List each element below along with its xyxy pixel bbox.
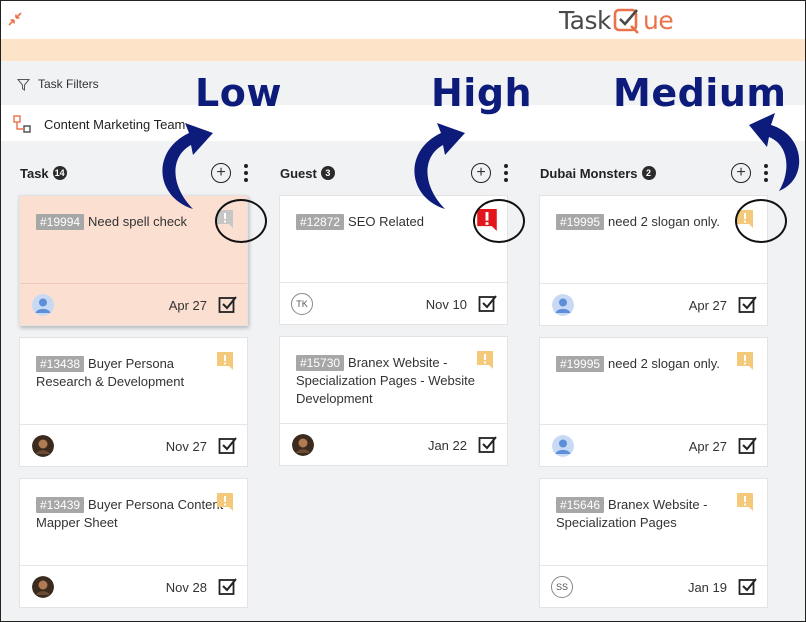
card-footer: TK Nov 10 [280, 282, 507, 324]
due-date: Apr 27 [168, 298, 207, 313]
due-date: Apr 27 [688, 439, 727, 454]
task-card[interactable]: #19994 Need spell check Apr 27 [19, 195, 248, 326]
task-filters-button[interactable]: Task Filters [17, 77, 99, 91]
due-date: Nov 28 [165, 580, 207, 595]
complete-checkbox-icon[interactable] [218, 436, 237, 455]
column-count-badge: 2 [641, 166, 656, 180]
task-card[interactable]: #13439 Buyer Persona Content Mapper Sheet… [19, 478, 248, 608]
task-id-tag: #13438 [36, 356, 85, 372]
card-footer: Jan 22 [280, 423, 507, 465]
card-footer: Apr 27 [20, 283, 247, 325]
task-card[interactable]: #15646 Branex Website - Specialization Pa… [539, 478, 768, 608]
user-avatar-icon[interactable] [32, 294, 54, 316]
annotation-arrow-high-icon [414, 123, 465, 209]
priority-medium-flag-icon[interactable] [737, 352, 753, 370]
task-id-tag: #19995 [556, 214, 605, 230]
task-id-tag: #15730 [296, 355, 345, 371]
brand-logo: Task ue [559, 3, 674, 37]
complete-checkbox-icon[interactable] [218, 295, 237, 314]
complete-checkbox-icon[interactable] [218, 577, 237, 596]
priority-medium-flag-icon[interactable] [217, 493, 233, 511]
annotation-arrow-low-icon [162, 123, 213, 209]
task-id-tag: #19995 [556, 356, 605, 372]
column-header-task: Task 14 [20, 161, 67, 185]
due-date: Jan 19 [687, 580, 727, 595]
add-task-button[interactable]: + [471, 163, 491, 183]
due-date: Apr 27 [688, 298, 727, 313]
column-title: Dubai Monsters [540, 165, 638, 181]
card-footer: Nov 27 [20, 424, 247, 466]
task-title: Need spell check [88, 214, 188, 229]
task-filters-label: Task Filters [38, 77, 99, 91]
card-footer: SS Jan 19 [540, 565, 767, 607]
plus-icon: + [476, 164, 486, 181]
complete-checkbox-icon[interactable] [738, 436, 757, 455]
due-date: Nov 27 [165, 439, 207, 454]
task-id-tag: #19994 [36, 214, 85, 230]
complete-checkbox-icon[interactable] [738, 577, 757, 596]
task-card[interactable]: #19995 need 2 slogan only. Apr 27 [539, 195, 768, 326]
column-title: Task [20, 165, 49, 181]
task-card[interactable]: #15730 Branex Website - Specialization Pa… [279, 336, 508, 466]
annotation-low: Low [195, 71, 282, 115]
column-header-dubai-monsters: Dubai Monsters 2 [540, 161, 656, 185]
task-id-tag: #15646 [556, 497, 605, 513]
column-header-guest: Guest 3 [280, 161, 335, 185]
user-initials-avatar[interactable]: TK [291, 293, 313, 315]
user-photo-avatar-icon[interactable] [32, 576, 54, 598]
priority-medium-flag-icon[interactable] [477, 351, 493, 369]
filter-icon [17, 78, 30, 91]
task-card[interactable]: #13438 Buyer Persona Research & Developme… [19, 337, 248, 467]
brand-text-right: ue [642, 5, 674, 35]
complete-checkbox-icon[interactable] [738, 295, 757, 314]
column-menu-button[interactable] [503, 163, 509, 183]
team-hierarchy-icon [13, 115, 31, 133]
user-avatar-icon[interactable] [552, 435, 574, 457]
user-photo-avatar-icon[interactable] [32, 435, 54, 457]
user-initials-avatar[interactable]: SS [551, 576, 573, 598]
task-title: need 2 slogan only. [608, 214, 720, 229]
top-bar: Task ue [1, 1, 805, 39]
priority-medium-flag-icon[interactable] [737, 493, 753, 511]
card-footer: Apr 27 [540, 283, 767, 325]
due-date: Nov 10 [425, 297, 467, 312]
card-footer: Apr 27 [540, 424, 767, 466]
task-id-tag: #13439 [36, 497, 85, 513]
plus-icon: + [736, 164, 746, 181]
due-date: Jan 22 [427, 438, 467, 453]
complete-checkbox-icon[interactable] [478, 294, 497, 313]
brand-text-left: Task [559, 5, 611, 35]
collapse-icon[interactable] [7, 11, 23, 27]
annotation-high: High [431, 71, 533, 115]
annotation-arrow-medium-icon [749, 113, 800, 191]
q-check-logo-icon [613, 8, 639, 34]
add-task-button[interactable]: + [731, 163, 751, 183]
notice-band [1, 39, 805, 61]
user-photo-avatar-icon[interactable] [292, 434, 314, 456]
column-menu-button[interactable] [243, 163, 249, 183]
column-title: Guest [280, 165, 317, 181]
task-title: SEO Related [348, 214, 424, 229]
low-priority-highlight-circle [215, 199, 267, 243]
column-count-badge: 3 [320, 166, 335, 180]
task-id-tag: #12872 [296, 214, 345, 230]
high-priority-highlight-circle [473, 199, 525, 243]
task-card[interactable]: #19995 need 2 slogan only. Apr 27 [539, 337, 768, 467]
complete-checkbox-icon[interactable] [478, 435, 497, 454]
card-footer: Nov 28 [20, 565, 247, 607]
user-avatar-icon[interactable] [552, 294, 574, 316]
priority-medium-flag-icon[interactable] [217, 352, 233, 370]
column-count-badge: 14 [52, 166, 67, 180]
medium-priority-highlight-circle [735, 199, 787, 243]
task-title: need 2 slogan only. [608, 356, 720, 371]
